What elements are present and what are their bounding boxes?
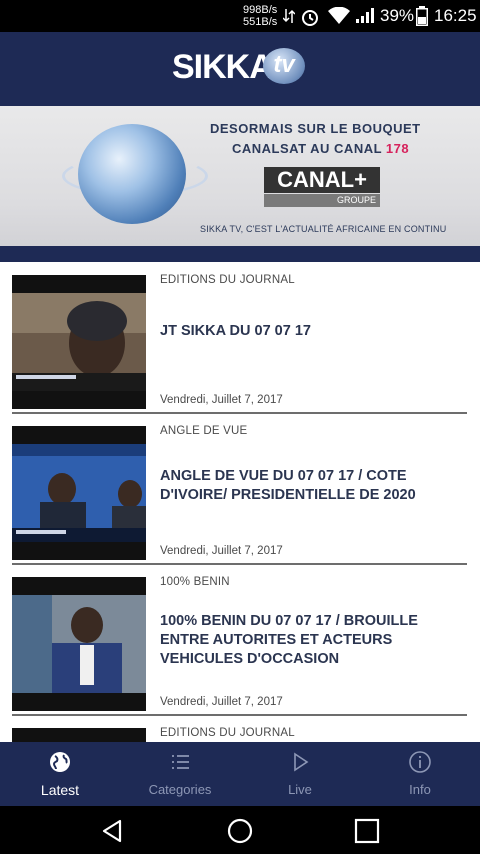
tab-live-label: Live [288, 782, 312, 797]
list-icon [172, 755, 189, 769]
info-icon [409, 751, 431, 773]
canal-plus-groupe: GROUPE [264, 194, 380, 207]
system-nav-bar [0, 806, 480, 854]
app-logo-tv-badge: tv [263, 48, 305, 84]
list-item[interactable]: EDITIONS DU JOURNAL JT SIKKA DU 07 07 17… [12, 262, 467, 414]
recents-icon[interactable] [354, 818, 380, 844]
banner-line2-text: CANALSAT AU CANAL [232, 141, 386, 156]
banner-channel-number: 178 [385, 141, 410, 156]
data-arrows-icon [283, 9, 295, 23]
list-item[interactable]: ANGLE DE VUE ANGLE DE VUE DU 07 07 17 / … [12, 413, 467, 565]
signal-icon [356, 8, 374, 23]
banner-line1: DESORMAIS SUR LE BOUQUET [210, 121, 421, 136]
app-logo-text: SIKKA [172, 48, 274, 86]
clock: 16:25 [434, 6, 477, 25]
item-date: Vendredi, Juillet 7, 2017 [160, 394, 283, 406]
item-category: EDITIONS DU JOURNAL [160, 727, 295, 739]
item-title[interactable]: 100% BENIN DU 07 07 17 / BROUILLE ENTRE … [160, 612, 460, 669]
battery-percent: 39% [380, 6, 415, 25]
bottom-nav: Latest Categories Live Info [0, 742, 480, 806]
battery-icon [416, 6, 428, 26]
video-thumbnail[interactable] [12, 728, 146, 742]
video-thumbnail[interactable] [12, 275, 146, 409]
tab-info[interactable]: Info [360, 742, 480, 806]
video-thumbnail[interactable] [12, 577, 146, 711]
network-speed: 998B/s 551B/s [243, 4, 277, 28]
thumbnail-image [12, 293, 146, 391]
banner-line2: CANALSAT AU CANAL 178 [232, 141, 409, 156]
globe-graphic [78, 124, 186, 224]
item-date: Vendredi, Juillet 7, 2017 [160, 545, 283, 557]
back-icon[interactable] [100, 818, 126, 844]
video-list[interactable]: EDITIONS DU JOURNAL JT SIKKA DU 07 07 17… [0, 262, 480, 742]
banner-tagline: SIKKA TV, C'EST L'ACTUALITÉ AFRICAINE EN… [200, 224, 447, 234]
item-title[interactable]: ANGLE DE VUE DU 07 07 17 / COTE D'IVOIRE… [160, 467, 460, 505]
item-date: Vendredi, Juillet 7, 2017 [160, 696, 283, 708]
banner-bottom-band [0, 246, 480, 262]
tab-live[interactable]: Live [240, 742, 360, 806]
tab-latest-label: Latest [40, 782, 80, 798]
item-category: EDITIONS DU JOURNAL [160, 274, 295, 286]
list-item[interactable]: EDITIONS DU JOURNAL [12, 715, 467, 742]
net-up: 551B/s [243, 16, 278, 28]
tab-categories[interactable]: Categories [120, 742, 240, 806]
list-item[interactable]: 100% BENIN 100% BENIN DU 07 07 17 / BROU… [12, 564, 467, 716]
video-thumbnail[interactable] [12, 426, 146, 560]
net-down: 998B/s [243, 4, 278, 16]
status-bar: 998B/s 551B/s 39% 16:25 [0, 0, 480, 32]
promo-banner[interactable]: DESORMAIS SUR LE BOUQUET CANALSAT AU CAN… [0, 106, 480, 246]
globe-icon [50, 752, 70, 772]
play-icon [294, 752, 309, 772]
item-category: 100% BENIN [160, 576, 230, 588]
alarm-icon [302, 10, 318, 26]
tab-info-label: Info [409, 782, 431, 797]
home-icon[interactable] [227, 818, 253, 844]
tab-categories-label: Categories [148, 782, 212, 797]
thumbnail-image [12, 444, 146, 542]
tab-latest[interactable]: Latest [0, 742, 120, 806]
item-category: ANGLE DE VUE [160, 425, 248, 437]
thumbnail-image [12, 595, 146, 693]
canal-plus-logo: CANAL+ [264, 167, 380, 193]
wifi-icon [328, 7, 350, 24]
item-title[interactable]: JT SIKKA DU 07 07 17 [160, 322, 460, 341]
